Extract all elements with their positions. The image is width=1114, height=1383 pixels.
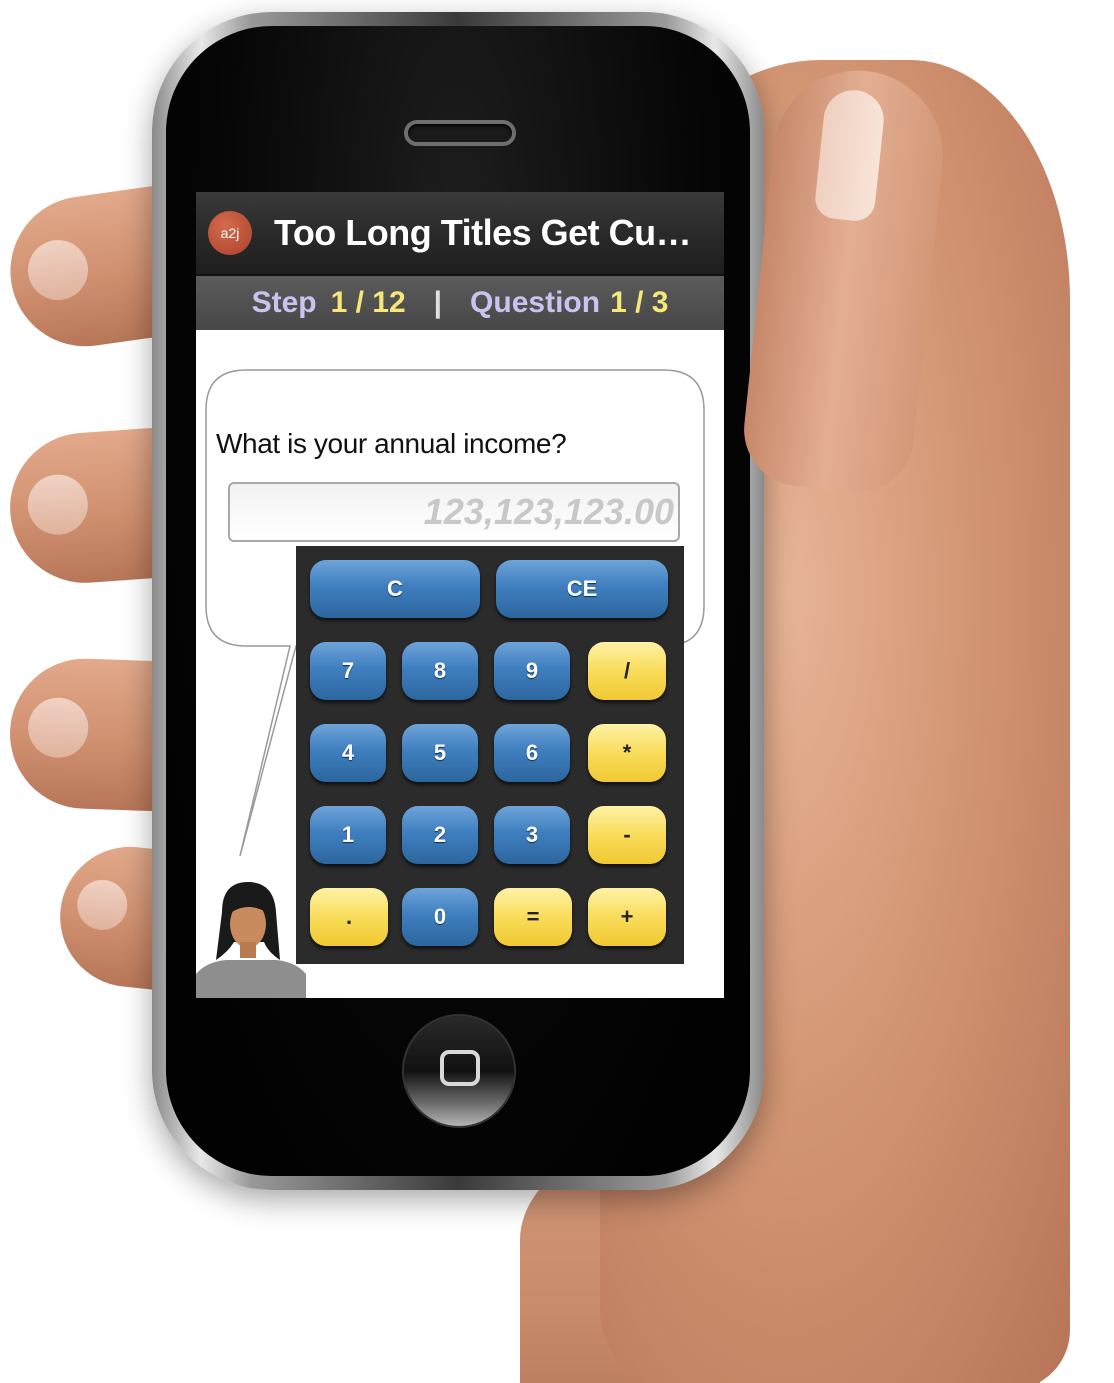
key-4[interactable]: 4: [310, 724, 386, 782]
key-5[interactable]: 5: [402, 724, 478, 782]
key-equals[interactable]: =: [494, 888, 572, 946]
key-clear-entry[interactable]: CE: [496, 560, 668, 618]
key-9[interactable]: 9: [494, 642, 570, 700]
key-clear[interactable]: C: [310, 560, 480, 618]
income-input[interactable]: [228, 482, 680, 542]
photo-stage: a2j Too Long Titles Get Cu… Step 1 / 12 …: [0, 0, 1114, 1383]
key-1[interactable]: 1: [310, 806, 386, 864]
key-subtract[interactable]: -: [588, 806, 666, 864]
key-6[interactable]: 6: [494, 724, 570, 782]
earpiece-speaker: [404, 120, 516, 146]
key-multiply[interactable]: *: [588, 724, 666, 782]
key-7[interactable]: 7: [310, 642, 386, 700]
home-button-icon: [440, 1050, 480, 1086]
key-decimal[interactable]: .: [310, 888, 388, 946]
key-2[interactable]: 2: [402, 806, 478, 864]
key-add[interactable]: +: [588, 888, 666, 946]
calculator-keypad: C CE 7 8 9 / 4 5 6 * 1 2 3 - . 0 = +: [296, 546, 684, 964]
phone-screen: a2j Too Long Titles Get Cu… Step 1 / 12 …: [196, 192, 724, 998]
key-divide[interactable]: /: [588, 642, 666, 700]
key-8[interactable]: 8: [402, 642, 478, 700]
guide-avatar-icon: [196, 882, 306, 998]
question-text: What is your annual income?: [216, 428, 567, 459]
key-0[interactable]: 0: [402, 888, 478, 946]
key-3[interactable]: 3: [494, 806, 570, 864]
